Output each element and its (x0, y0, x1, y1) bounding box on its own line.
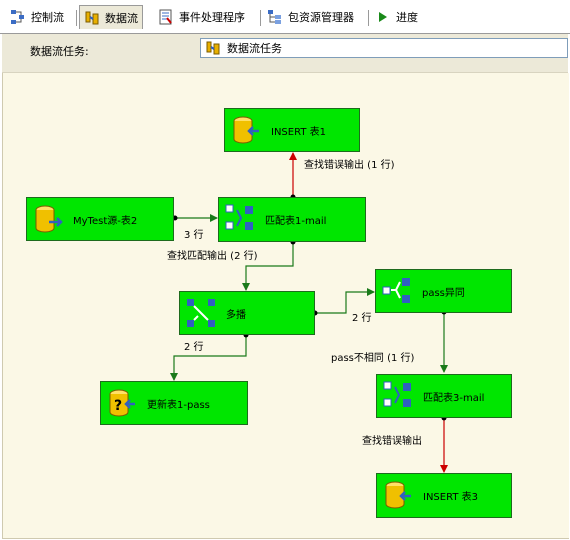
tab-control-flow[interactable]: 控制流 (6, 6, 68, 28)
node-label: 多播 (226, 310, 246, 321)
ole-db-command-icon: ? (107, 388, 137, 418)
tab-label: 进度 (396, 11, 418, 24)
data-flow-icon (84, 10, 100, 26)
event-handler-icon (158, 9, 174, 25)
tab-event-handlers[interactable]: 事件处理程序 (154, 6, 249, 28)
destination-db-icon (231, 115, 261, 145)
node-label: 更新表1-pass (147, 400, 210, 411)
node-label: INSERT 表3 (423, 492, 478, 503)
task-label: 数据流任务: (30, 45, 89, 58)
lookup-icon (225, 204, 255, 234)
tab-separator (260, 10, 261, 26)
node-multicast[interactable]: 多播 (179, 291, 315, 335)
progress-icon (375, 9, 391, 25)
tab-progress[interactable]: 进度 (371, 6, 422, 28)
source-db-icon (33, 204, 63, 234)
task-select-value: 数据流任务 (227, 42, 282, 55)
node-label: pass异同 (422, 288, 465, 299)
node-label: INSERT 表1 (271, 127, 326, 138)
flow-label-rows-2-update: 2 行 (184, 342, 204, 353)
task-selector-bar: 数据流任务: 数据流任务 (2, 34, 568, 73)
flow-label-error-output-2: 查找错误输出 (362, 436, 422, 447)
node-lookup-match-table3[interactable]: 匹配表3-mail (376, 374, 512, 418)
node-conditional-split-pass[interactable]: pass异同 (375, 269, 512, 313)
tab-label: 包资源管理器 (288, 11, 354, 24)
svg-text:?: ? (114, 398, 122, 414)
flow-label-rows-2-pass: 2 行 (352, 313, 372, 324)
conditional-split-icon (382, 276, 412, 306)
flow-label-rows-3: 3 行 (184, 230, 204, 241)
node-insert-table3[interactable]: INSERT 表3 (376, 473, 512, 518)
data-flow-task-icon (205, 40, 221, 56)
package-explorer-icon (267, 9, 283, 25)
data-flow-task-select[interactable]: 数据流任务 (200, 38, 568, 58)
node-lookup-match-email[interactable]: 匹配表1-mail (218, 197, 366, 242)
control-flow-icon (10, 9, 26, 25)
tab-label: 事件处理程序 (179, 11, 245, 24)
node-source-table2[interactable]: MyTest源-表2 (26, 197, 174, 241)
flow-label-match-output: 查找匹配输出 (2 行) (167, 251, 258, 262)
designer-tab-bar: 控制流 数据流 事件处理程序 包资源管理器 进度 (0, 0, 570, 34)
flow-label-error-output-1: 查找错误输出 (1 行) (304, 160, 395, 171)
node-update-table1[interactable]: ? 更新表1-pass (100, 381, 248, 425)
multicast-icon (186, 298, 216, 328)
tab-data-flow[interactable]: 数据流 (79, 5, 143, 29)
lookup-icon (383, 381, 413, 411)
tab-label: 控制流 (31, 11, 64, 24)
destination-db-icon (383, 480, 413, 510)
tab-label: 数据流 (105, 11, 138, 25)
node-label: MyTest源-表2 (73, 216, 138, 227)
node-insert-table1[interactable]: INSERT 表1 (224, 108, 360, 152)
node-label: 匹配表1-mail (265, 216, 327, 227)
tab-separator (76, 10, 77, 26)
node-label: 匹配表3-mail (423, 393, 485, 404)
tab-package-explorer[interactable]: 包资源管理器 (263, 6, 358, 28)
flow-label-pass-not-same: pass不相同 (1 行) (331, 353, 415, 364)
tab-separator (368, 10, 369, 26)
